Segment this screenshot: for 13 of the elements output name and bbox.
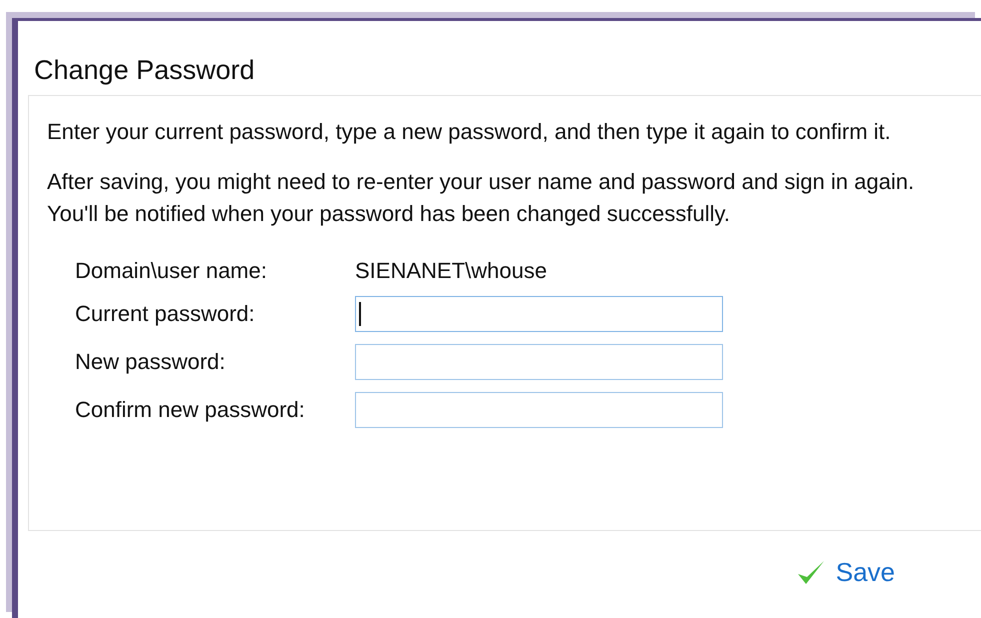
instruction-text: After saving, you might need to re-enter your user name and password and sign in again. You'll be notified when your password has been changed successfully. [47,168,916,228]
save-button[interactable]: Save [796,557,895,588]
password-field[interactable] [355,392,723,428]
password-field[interactable] [355,296,723,332]
field-label: Domain\user name: [75,258,268,284]
instruction-text: Enter your current password, type a new password, and then type it again to confirm it. [47,118,892,146]
field-label: Current password: [75,301,256,327]
password-field[interactable] [355,344,723,380]
checkmark-icon [796,558,826,586]
dialog-title: Change Password [33,54,256,87]
field-label: Confirm new password: [75,397,306,423]
field-label: New password: [75,349,226,375]
user-name-value: SIENANET\whouse [355,258,548,284]
